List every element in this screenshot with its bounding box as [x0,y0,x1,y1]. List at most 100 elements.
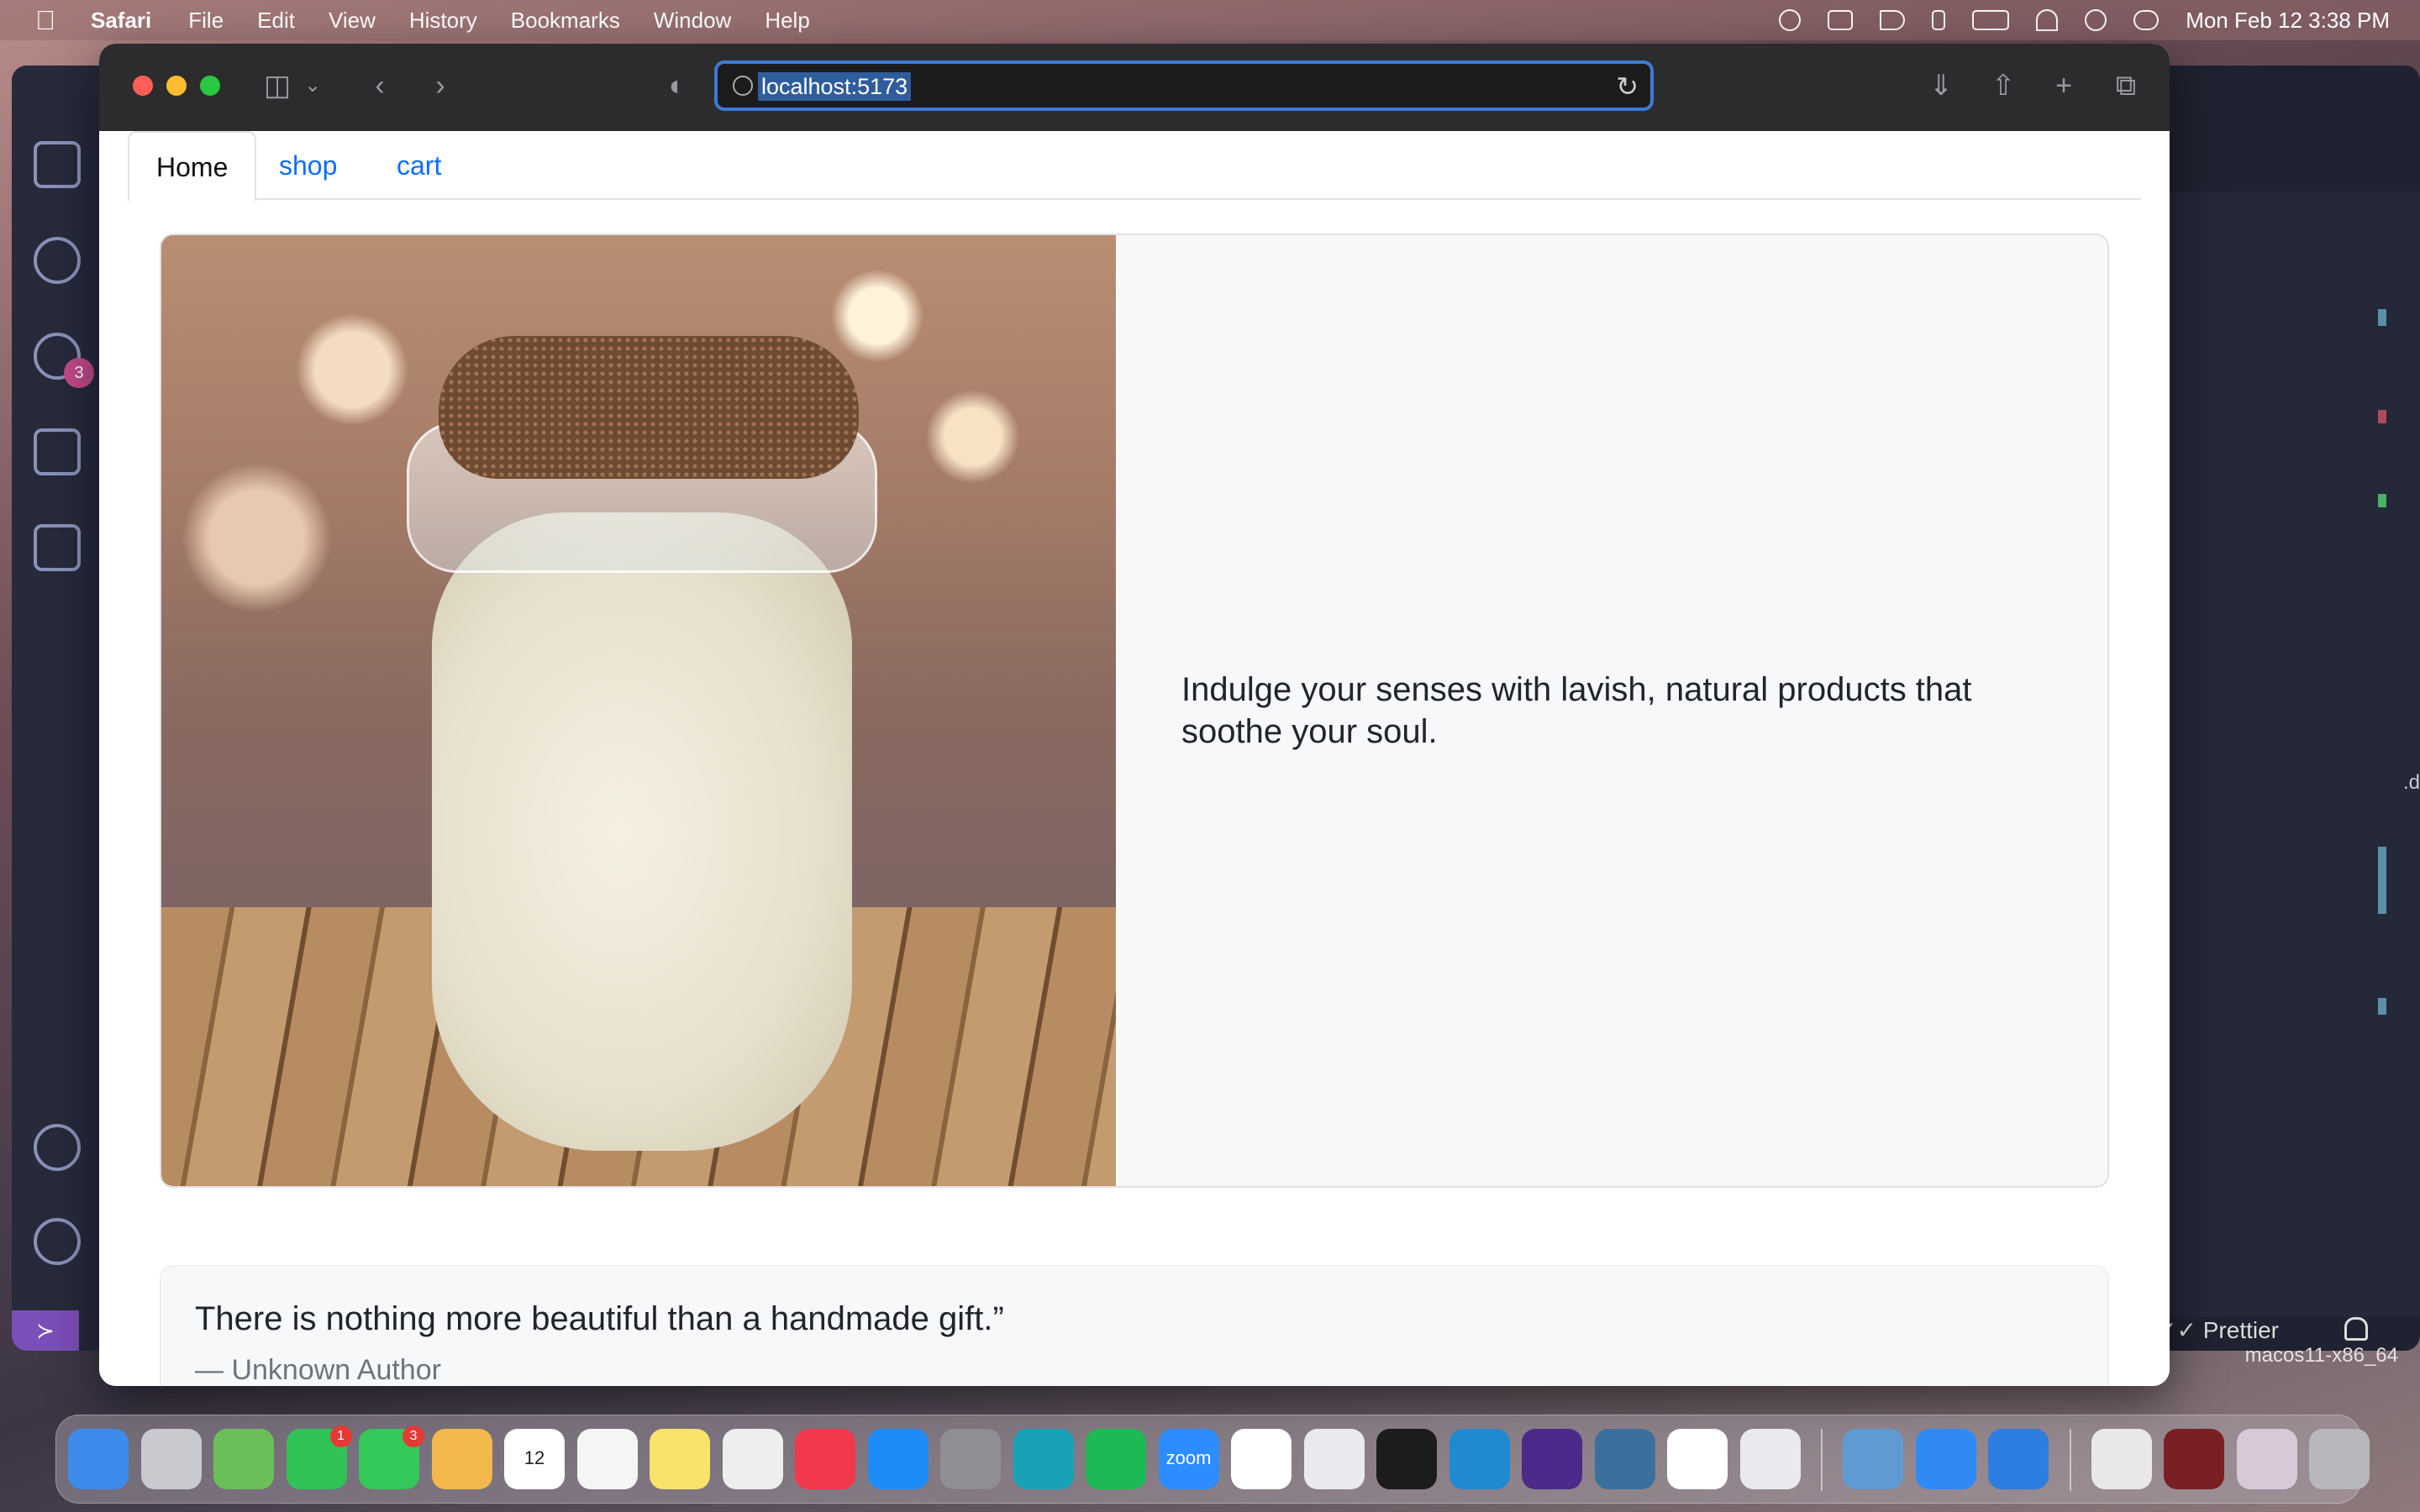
quote-card: There is nothing more beautiful than a h… [160,1265,2109,1386]
minimap-marker [2378,494,2386,507]
play-icon[interactable] [1779,9,1802,31]
web-page: Home shop cart Indulge your senses with … [99,131,2170,1386]
dock-vscode-icon[interactable] [1449,1429,1510,1489]
search-icon[interactable] [34,237,81,284]
menu-file[interactable]: File [188,8,224,34]
dock-chrome-dev-icon[interactable] [1303,1429,1365,1489]
dock-news-icon[interactable] [795,1429,855,1489]
dock-preview-icon[interactable] [1843,1429,1903,1489]
menu-view[interactable]: View [329,8,376,34]
dock-separator [2069,1429,2071,1491]
safari-toolbar: ◫ ⌄ ‹ › ◐ localhost:5173 ↻ ⇓ ⇧ + ⧉ [99,44,2170,131]
tab-home[interactable]: Home [128,131,257,202]
cork-lid [439,336,859,479]
dock-maps-icon[interactable] [213,1429,274,1489]
dock-messages-icon[interactable]: 3 [359,1425,424,1489]
dock-document-icon[interactable] [2091,1429,2152,1489]
remote-indicator-button[interactable]: ≻ [12,1310,79,1351]
dock-chrome-icon[interactable] [1739,1429,1801,1489]
spotlight-search-icon[interactable] [2085,9,2107,31]
dock-icon-label: zoom [1165,1447,1212,1468]
nav-tabs: Home shop cart [128,131,2141,202]
downloads-icon[interactable]: ⇓ [1924,69,1958,102]
dock-mail-icon[interactable] [1915,1429,1976,1489]
dock-mysql-workbench-icon[interactable] [1594,1429,1655,1489]
menu-window[interactable]: Window [654,8,731,34]
new-tab-icon[interactable]: + [2047,69,2081,102]
chevron-down-icon[interactable]: ⌄ [296,69,329,102]
dock-slack-icon[interactable] [1231,1429,1292,1489]
dock-spotify-icon[interactable] [1086,1429,1146,1489]
screen-mirroring-icon[interactable] [1828,10,1854,30]
manage-gear-icon[interactable] [34,1218,81,1265]
back-icon[interactable]: ‹ [363,69,397,102]
source-control-badge: 3 [64,358,94,388]
sidebar-toggle-icon[interactable]: ◫ [260,69,294,102]
url-text[interactable]: localhost:5173 [758,72,912,101]
zoom-window-button[interactable] [200,76,220,96]
privacy-shield-icon[interactable]: ◐ [660,69,694,102]
dock-zoom-icon[interactable]: zoom [1158,1429,1219,1489]
dock-finder-icon[interactable] [68,1429,129,1489]
dock-notes-icon[interactable] [650,1429,710,1489]
explorer-icon[interactable] [34,141,81,188]
battery-icon[interactable] [1972,10,2010,30]
dock-app-store-icon[interactable] [867,1429,929,1489]
address-bar[interactable]: localhost:5173 ↻ [714,60,1654,111]
account-icon[interactable] [34,1124,81,1171]
menu-help[interactable]: Help [765,8,809,34]
dock-reminders-icon[interactable] [576,1429,638,1489]
quote-text: There is nothing more beautiful than a h… [195,1300,1004,1337]
dock-terminal-icon[interactable] [1376,1429,1437,1489]
macos-menubar:  Safari File Edit View History Bookmark… [0,0,2420,40]
dock-launchpad-icon[interactable] [140,1429,202,1489]
menu-bookmarks[interactable]: Bookmarks [511,8,620,34]
dock-browser-stack-icon[interactable] [2236,1429,2297,1489]
bluetooth-icon[interactable] [1932,10,1946,30]
vscode-editor-panel: .d [2168,192,2420,1317]
control-center-icon[interactable] [2133,10,2160,30]
dock-screenshot-stack-icon[interactable] [2164,1429,2224,1489]
close-window-button[interactable] [133,76,153,96]
minimap-marker [2378,847,2386,914]
dock-system-preferences-icon[interactable] [940,1429,1001,1489]
safari-window: ◫ ⌄ ‹ › ◐ localhost:5173 ↻ ⇓ ⇧ + ⧉ Home … [99,44,2170,1386]
dock-textedit-icon[interactable] [722,1429,783,1489]
dock-calendar-icon[interactable]: 12 [504,1429,565,1489]
dock-photos-icon[interactable] [431,1429,492,1489]
apple-icon[interactable]:  [35,7,60,34]
menu-app-name[interactable]: Safari [91,8,151,34]
share-icon[interactable]: ⇧ [1986,69,2020,102]
dock-trash-icon[interactable] [2309,1429,2370,1489]
vscode-activity-bar: 3 ≻ [12,66,101,1351]
wifi-icon[interactable] [2036,9,2059,31]
globe-icon [733,76,753,96]
dock-tor-icon[interactable] [1522,1429,1582,1489]
tab-cart[interactable]: cart [370,131,468,200]
dock-mongodb-compass-icon[interactable] [1667,1429,1728,1489]
macos-dock: 1 3 12 zoom [55,1415,2370,1504]
reload-icon[interactable]: ↻ [1616,71,1639,102]
volume-icon[interactable] [1880,10,1906,30]
dock-kindle-icon[interactable] [1013,1429,1074,1489]
dock-notification-badge: 3 [402,1425,424,1447]
menu-edit[interactable]: Edit [257,8,295,34]
tab-shop[interactable]: shop [252,131,364,200]
notifications-bell-icon[interactable] [2344,1317,2368,1341]
menu-history[interactable]: History [409,8,477,34]
extensions-icon[interactable] [34,524,81,571]
tab-overview-icon[interactable]: ⧉ [2109,69,2143,102]
menubar-clock[interactable]: Mon Feb 12 3:38 PM [2186,8,2390,34]
dock-safari-icon[interactable] [1988,1429,2049,1489]
vscode-side-label: .d [2402,771,2420,794]
product-jar-image [161,235,1116,1186]
jar-body [432,512,852,1151]
run-debug-icon[interactable] [34,428,81,475]
dock-separator [1821,1429,1823,1491]
minimize-window-button[interactable] [166,76,187,96]
vscode-host-label: macos11-x86_64 [2244,1344,2398,1367]
forward-icon[interactable]: › [424,69,457,102]
dock-facetime-icon[interactable]: 1 [286,1425,352,1489]
prettier-status[interactable]: ✓✓ Prettier [2157,1316,2279,1344]
hero-tagline: Indulge your senses with lavish, natural… [1181,671,1972,750]
